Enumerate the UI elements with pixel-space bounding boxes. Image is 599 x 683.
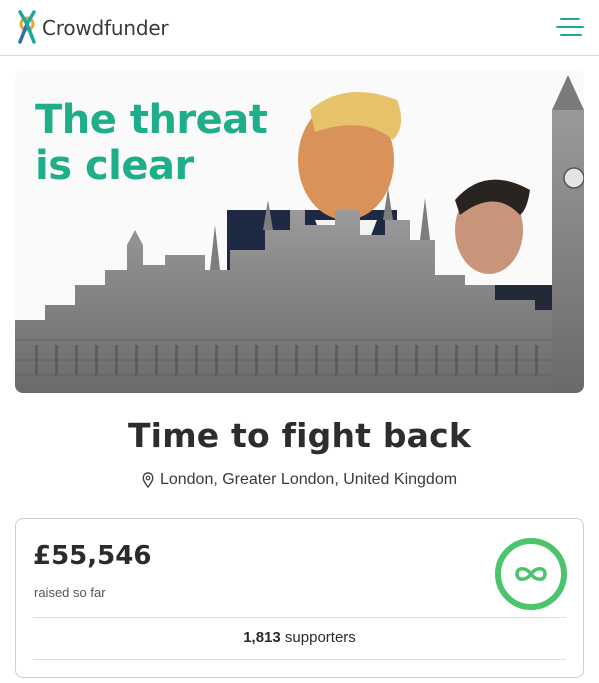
map-pin-icon — [142, 472, 154, 488]
hero-headline: The threat is clear — [35, 97, 268, 189]
brand-name: Crowdfunder — [42, 16, 169, 40]
campaign-title: Time to fight back — [127, 416, 472, 455]
crowdfunder-figure-icon — [18, 10, 36, 44]
raised-label: raised so far — [34, 585, 106, 600]
hero-headline-line1: The threat — [35, 97, 268, 143]
card-divider — [33, 617, 566, 618]
hero-headline-line2: is clear — [35, 143, 194, 189]
amount-raised: £55,546 — [33, 541, 152, 571]
card-divider — [33, 659, 566, 660]
supporters-label: supporters — [284, 629, 356, 646]
funding-summary-card: £55,546 raised so far 1,813 supporters — [15, 518, 584, 678]
supporters-number: 1,813 — [243, 629, 281, 646]
crowdfunder-logo[interactable]: Crowdfunder — [14, 10, 169, 46]
hamburger-menu-icon[interactable] — [556, 17, 584, 37]
top-header: Crowdfunder — [0, 0, 599, 56]
supporters-count[interactable]: 1,813 supporters — [16, 629, 583, 646]
campaign-location: London, Greater London, United Kingdom — [0, 471, 599, 489]
location-text: London, Greater London, United Kingdom — [159, 471, 458, 488]
campaign-hero-image: The threat is clear — [15, 70, 584, 393]
infinity-icon — [495, 538, 567, 610]
